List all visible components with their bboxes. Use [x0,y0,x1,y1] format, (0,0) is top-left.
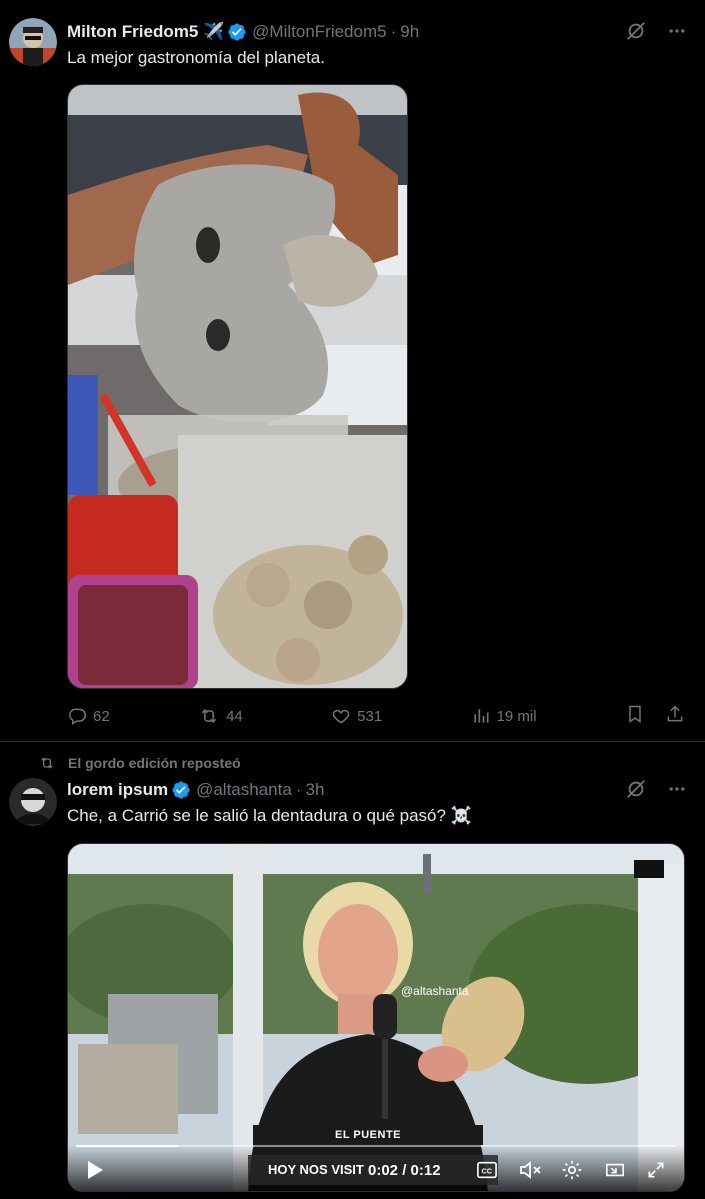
mute-icon[interactable] [518,1159,544,1181]
reply-icon [69,708,87,725]
views-count: 19 mil [496,707,537,725]
video-watermark: @altashanta [401,984,469,998]
tweet-video[interactable]: @altashanta EL PUENTE HOY NOS VISIT 0:02… [67,843,685,1192]
tweet-image[interactable] [67,84,408,689]
repost-icon [41,757,53,769]
repost-icon [201,709,217,723]
handle[interactable]: @altashanta [196,780,292,800]
verified-icon [227,22,247,42]
tweet-text: La mejor gastronomía del planeta. [67,48,325,67]
like-count: 531 [357,707,383,725]
handle[interactable]: @MiltonFriedom5 [252,22,386,42]
verified-icon [171,780,191,800]
repost-button[interactable]: 44 [198,706,243,726]
separator-dot: · [295,780,302,799]
tweet-top-actions [625,778,687,800]
reply-button[interactable]: 62 [67,706,110,726]
video-time: 0:02 / 0:12 [368,1161,441,1179]
cc-icon[interactable]: CC [476,1160,498,1180]
video-controls: 0:02 / 0:12 CC [68,1155,684,1185]
display-name[interactable]: Milton Friedom5 ✈️ [67,22,224,42]
video-progress-track[interactable] [76,1145,676,1147]
tweet-header: Milton Friedom5 ✈️ @MiltonFriedom5 · 9h [67,21,419,43]
avatar[interactable] [9,18,57,66]
video-progress-fill [76,1145,178,1147]
share-icon[interactable] [665,704,685,728]
repost-count: 44 [226,707,243,725]
grok-icon[interactable] [625,20,647,42]
display-name[interactable]: lorem ipsum [67,780,168,800]
bookmark-icon[interactable] [625,704,645,728]
fullscreen-icon[interactable] [646,1160,666,1180]
pip-icon[interactable] [604,1160,626,1180]
play-icon[interactable] [86,1160,104,1180]
svg-text:CC: CC [482,1167,493,1176]
tweet[interactable]: Milton Friedom5 ✈️ @MiltonFriedom5 · 9h … [0,0,705,742]
timestamp[interactable]: 9h [400,22,419,42]
settings-icon[interactable] [561,1159,583,1181]
tweet-text: Che, a Carrió se le salió la dentadura o… [67,806,472,825]
views-button[interactable]: 19 mil [471,706,537,726]
views-icon [473,709,489,723]
timestamp[interactable]: 3h [305,780,324,800]
grok-icon[interactable] [625,778,647,800]
repost-label: El gordo edición reposteó [68,755,241,771]
more-icon[interactable] [667,779,687,799]
repost-context[interactable]: El gordo edición reposteó [38,753,241,773]
reply-count: 62 [93,707,110,725]
tweet-header: lorem ipsum @altashanta · 3h [67,779,324,801]
tweet-top-actions [625,20,687,42]
like-icon [332,709,350,724]
more-icon[interactable] [667,21,687,41]
separator-dot: · [390,22,397,41]
tweet[interactable]: El gordo edición reposteó lorem ipsum @a… [0,743,705,1199]
avatar[interactable] [9,778,57,826]
tweet-actions: 62 44 531 19 mil [67,704,685,728]
video-lower-third: EL PUENTE [253,1125,483,1145]
tweet-secondary-actions [625,704,685,728]
like-button[interactable]: 531 [331,706,382,726]
